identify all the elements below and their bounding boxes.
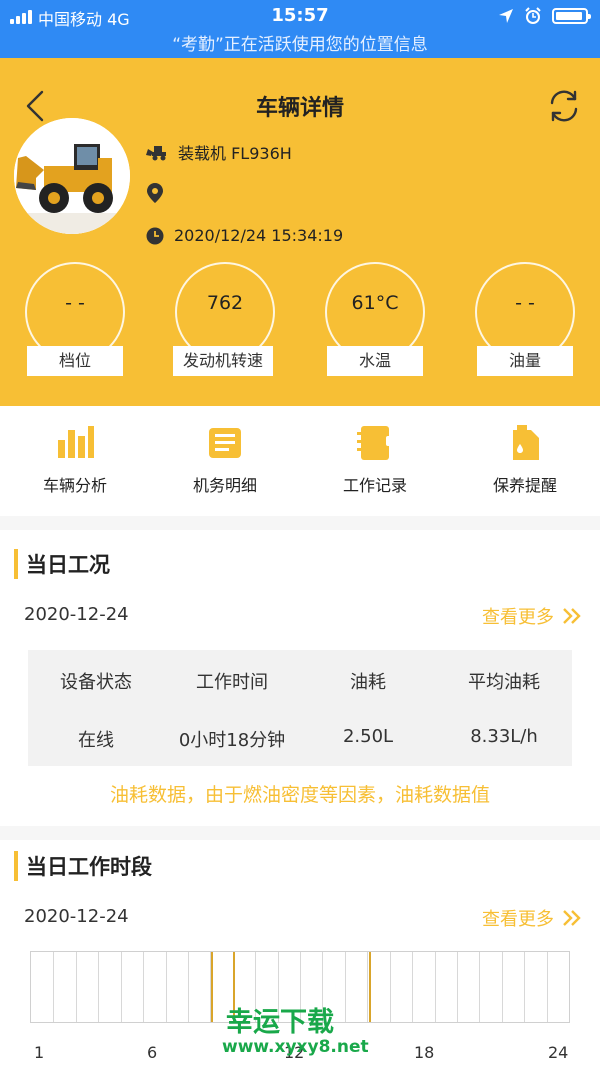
work-period-date: 2020-12-24 xyxy=(24,906,129,927)
vehicle-time-row: 2020/12/24 15:34:19 xyxy=(146,226,343,245)
vehicle-name: 装载机 FL936H xyxy=(178,144,292,163)
timeline-gridline xyxy=(390,952,391,1022)
vehicle-name-row: 装载机 FL936H xyxy=(146,140,292,164)
timeline-gridline xyxy=(188,952,189,1022)
clock-icon xyxy=(146,227,164,244)
axis-label: 6 xyxy=(147,1043,158,1062)
work-period-more-link[interactable]: 查看更多 xyxy=(482,905,582,931)
gauge-value: 762 xyxy=(206,292,244,314)
timeline-gridline xyxy=(524,952,525,1022)
timeline-gridline xyxy=(53,952,54,1022)
gauge-label: 水温 xyxy=(327,346,423,376)
gauge-value: 61°C xyxy=(351,292,399,314)
timeline-gridline xyxy=(547,952,548,1022)
section-title-text: 当日工作时段 xyxy=(26,855,152,879)
timeline-gridline xyxy=(98,952,99,1022)
gauge-fuel-level: - - 油量 xyxy=(475,262,575,378)
gauge-row: - - 档位 762 发动机转速 61°C 水温 - - 油量 xyxy=(0,262,600,382)
section-accent-bar xyxy=(14,549,18,579)
axis-label: 24 xyxy=(548,1043,569,1062)
menu-label: 车辆分析 xyxy=(42,476,107,495)
timeline-gridline xyxy=(345,952,346,1022)
today-status-more-link[interactable]: 查看更多 xyxy=(482,603,582,629)
location-usage-banner[interactable]: “考勤”正在活跃使用您的位置信息 xyxy=(0,30,600,55)
location-arrow-icon xyxy=(499,9,513,23)
axis-label: 18 xyxy=(414,1043,435,1062)
refresh-icon[interactable] xyxy=(546,88,582,124)
axis-label: 1 xyxy=(34,1043,45,1062)
status-bar-row: 中国移动 4G 15:57 xyxy=(0,4,600,30)
table-value-cell: 2.50L xyxy=(342,726,394,747)
timeline-work-marker xyxy=(369,952,371,1022)
gauge-label: 发动机转速 xyxy=(173,346,273,376)
menu-work-record[interactable]: 工作记录 xyxy=(315,422,435,502)
vehicle-header: 车辆详情 装载机 FL936H 2020/12/24 15:34:19 - - … xyxy=(0,58,600,406)
status-icons xyxy=(498,7,591,25)
gauge-label: 油量 xyxy=(477,346,573,376)
gauge-water-temp: 61°C 水温 xyxy=(325,262,425,378)
timeline-gridline xyxy=(457,952,458,1022)
gauge-value: - - xyxy=(65,292,85,314)
menu-label: 工作记录 xyxy=(342,476,407,495)
battery-icon xyxy=(552,8,591,24)
double-chevron-right-icon xyxy=(563,608,581,624)
today-status-date: 2020-12-24 xyxy=(24,604,129,625)
document-icon xyxy=(209,428,241,458)
section-accent-bar xyxy=(14,851,18,881)
timeline-gridline xyxy=(166,952,167,1022)
double-chevron-right-icon xyxy=(563,910,581,926)
timeline-gridline xyxy=(143,952,144,1022)
table-header-cell: 设备状态 xyxy=(60,672,132,693)
oil-can-icon xyxy=(513,425,539,460)
notebook-icon xyxy=(357,426,391,460)
vehicle-photo xyxy=(14,118,130,234)
timeline-gridline xyxy=(121,952,122,1022)
table-header-cell: 平均油耗 xyxy=(468,672,540,693)
watermark-url: www.xyxy8.net xyxy=(222,1037,369,1057)
vehicle-timestamp: 2020/12/24 15:34:19 xyxy=(174,226,344,245)
timeline-gridline xyxy=(479,952,480,1022)
timeline-work-marker xyxy=(211,952,213,1022)
table-value-cell: 8.33L/h xyxy=(470,726,538,747)
page-title: 车辆详情 xyxy=(255,96,344,121)
loader-vehicle-icon xyxy=(146,146,166,161)
today-status-title: 当日工况 xyxy=(14,549,110,579)
gauge-engine-speed: 762 发动机转速 xyxy=(173,262,275,378)
timeline-gridline xyxy=(412,952,413,1022)
status-bar: 中国移动 4G 15:57 “考勤”正在活跃使用您的位置信息 xyxy=(0,0,600,58)
more-link-label: 查看更多 xyxy=(482,607,554,628)
menu-maintenance-reminder[interactable]: 保养提醒 xyxy=(465,422,585,502)
today-status-table: 设备状态 工作时间 油耗 平均油耗 在线 0小时18分钟 2.50L 8.33L… xyxy=(28,650,572,766)
table-header-cell: 工作时间 xyxy=(196,672,268,693)
menu-maintenance-detail[interactable]: 机务明细 xyxy=(165,422,285,502)
quick-menu: 车辆分析 机务明细 工作记录 保养提醒 xyxy=(0,406,600,516)
more-link-label: 查看更多 xyxy=(482,909,554,930)
gauge-gear: - - 档位 xyxy=(25,262,125,378)
timeline-gridline xyxy=(435,952,436,1022)
timeline-gridline xyxy=(76,952,77,1022)
gauge-value: - - xyxy=(515,292,535,314)
timeline-gridline xyxy=(367,952,368,1022)
work-period-title: 当日工作时段 xyxy=(14,851,152,881)
menu-label: 机务明细 xyxy=(192,476,257,495)
fuel-notice-marquee: 油耗数据，由于燃油密度等因素，油耗数据值 xyxy=(109,784,490,806)
menu-label: 保养提醒 xyxy=(492,476,557,495)
vehicle-location-row xyxy=(146,182,174,204)
section-title-text: 当日工况 xyxy=(26,553,110,577)
timeline-gridline xyxy=(502,952,503,1022)
table-header-cell: 油耗 xyxy=(350,672,386,693)
watermark-logo: 幸运下载 xyxy=(226,1007,334,1038)
gauge-label: 档位 xyxy=(27,346,123,376)
table-value-cell: 在线 xyxy=(78,730,114,751)
location-pin-icon xyxy=(147,183,163,203)
table-value-cell: 0小时18分钟 xyxy=(178,730,286,751)
bar-chart-icon xyxy=(58,426,94,458)
menu-vehicle-analysis[interactable]: 车辆分析 xyxy=(15,422,135,502)
alarm-icon xyxy=(525,7,541,24)
